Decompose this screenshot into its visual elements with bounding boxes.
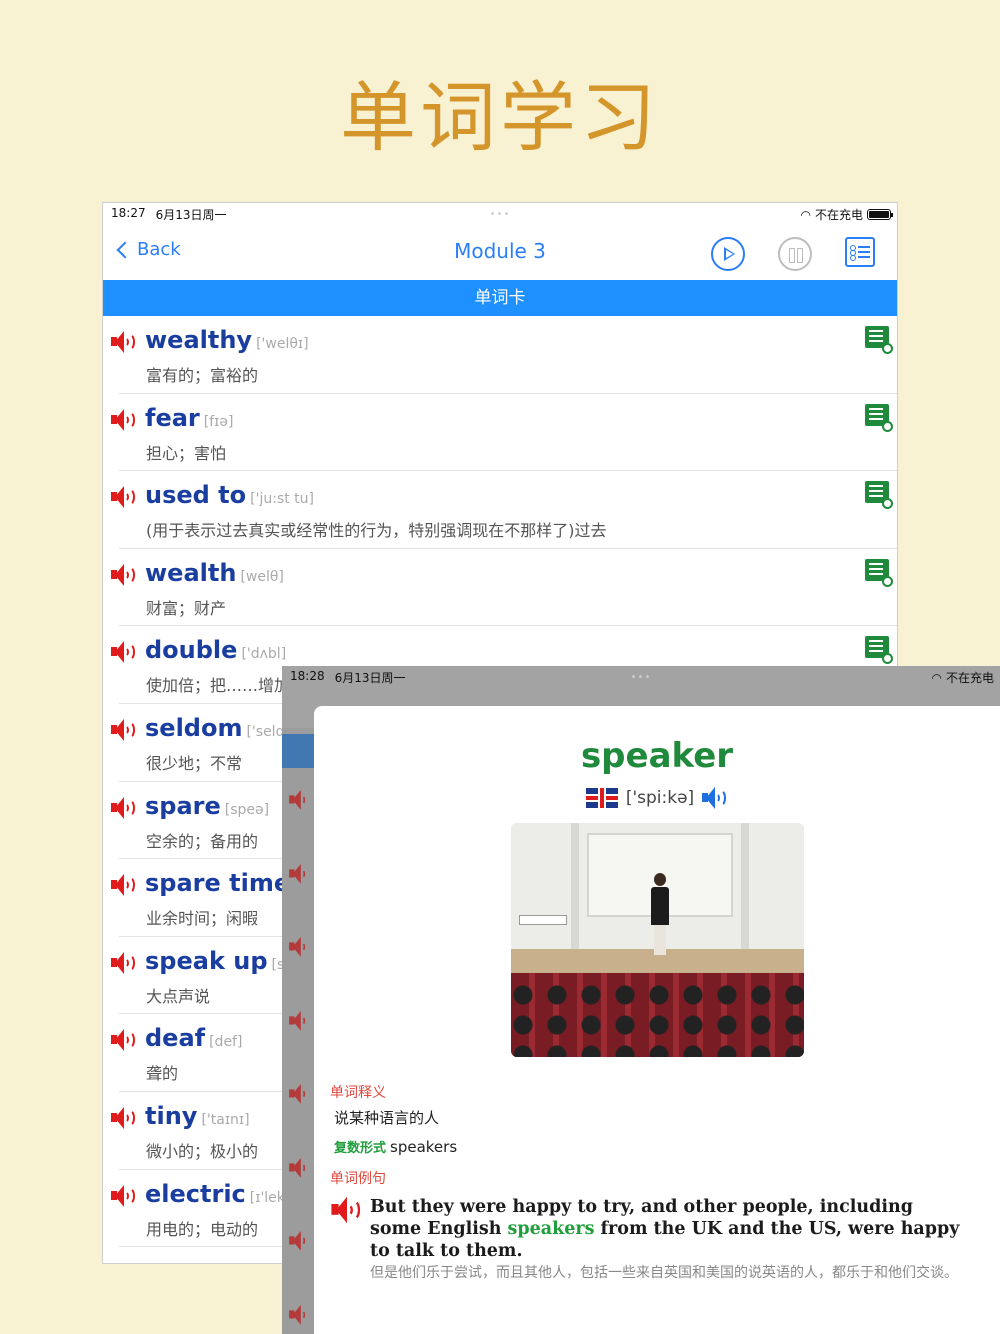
word-meaning: 聋的	[146, 1064, 179, 1084]
word-row[interactable]: wealthy ['welθɪ] 富有的；富裕的	[111, 316, 897, 394]
word-text: tiny ['taɪnɪ]	[145, 1101, 250, 1130]
multitask-dots[interactable]: •••	[490, 209, 511, 220]
word-meaning: 财富；财产	[146, 598, 227, 618]
uk-flag-icon	[585, 788, 618, 808]
word-meaning: 微小的；极小的	[146, 1141, 259, 1161]
status-time: 18:28	[290, 668, 325, 683]
pause-button[interactable]	[778, 237, 812, 271]
word-phonetic: [fɪə]	[203, 413, 234, 430]
word-text: wealth [welθ]	[145, 558, 284, 587]
speaker-icon[interactable]	[111, 640, 137, 664]
definition-text: 说某种语言的人	[334, 1109, 440, 1127]
word-text: double ['dʌbl]	[145, 636, 287, 665]
plural-value: speakers	[390, 1138, 458, 1156]
speaker-icon[interactable]	[331, 1196, 362, 1225]
word-image	[511, 823, 804, 1057]
card-phonetic-row: ['spi:kə]	[314, 786, 1000, 810]
multitask-dots[interactable]: •••	[631, 672, 652, 683]
dictionary-search-icon[interactable]	[865, 326, 893, 354]
example-highlight: speakers	[507, 1219, 595, 1239]
dictionary-search-icon[interactable]	[865, 403, 893, 432]
charging-status: 不在充电	[945, 671, 994, 685]
card-word: speaker	[580, 736, 734, 776]
status-bar: 18:28 6月13日周一 ••• ◠ 不在充电	[282, 666, 1000, 688]
word-phonetic: [speə]	[224, 801, 270, 818]
dimmed-speaker-icon	[289, 1230, 309, 1251]
word-meaning: (用于表示过去真实或经常性的行为，特别强调现在不那样了)过去	[146, 521, 607, 541]
list-icon	[850, 245, 870, 251]
speaker-icon[interactable]	[111, 563, 137, 587]
word-phonetic: ['taɪnɪ]	[201, 1111, 250, 1128]
word-text: used to ['ju:st tu]	[145, 481, 315, 510]
word-meaning: 大点声说	[146, 986, 211, 1006]
dictionary-search-icon[interactable]	[865, 481, 893, 510]
speaker-icon[interactable]	[111, 485, 137, 509]
word-meaning: 业余时间；闲暇	[146, 909, 259, 929]
word-meaning: 用电的；电动的	[146, 1219, 259, 1239]
speaker-icon[interactable]	[111, 796, 137, 820]
speaker-icon[interactable]	[111, 718, 137, 742]
speaker-icon[interactable]	[111, 1028, 137, 1052]
word-card: speaker ['spi:kə] 单词释义 说某种语言的人 复数形式 speak…	[314, 706, 1000, 1334]
status-date: 6月13日周一	[334, 670, 406, 685]
example-translation: 但是他们乐于尝试，而且其他人，包括一些来自英国和美国的说英语的人，都乐于和他们交…	[370, 1265, 958, 1281]
word-meaning: 使加倍；把……增加	[146, 676, 291, 696]
battery-icon	[867, 209, 893, 220]
word-phonetic: ['welθɪ]	[256, 336, 309, 352]
speaker-icon[interactable]	[111, 1106, 137, 1130]
status-bar: 18:27 6月13日周一 ••• ◠ 不在充电	[103, 203, 897, 225]
word-phonetic: [def]	[209, 1034, 243, 1051]
word-text: wealthy ['welθɪ]	[145, 326, 309, 354]
dictionary-search-icon[interactable]	[865, 636, 893, 665]
dimmed-speaker-icon	[289, 1304, 309, 1325]
list-view-button[interactable]	[845, 237, 875, 267]
word-phonetic: [welθ]	[240, 568, 284, 585]
definition-label: 单词释义	[330, 1085, 386, 1101]
dimmed-word-list	[282, 728, 314, 1334]
plural-form: 复数形式 speakers	[334, 1137, 457, 1156]
charging-status: 不在充电	[814, 208, 863, 222]
dimmed-speaker-icon	[289, 1157, 309, 1178]
play-icon	[724, 247, 735, 261]
speaker-icon[interactable]	[702, 786, 728, 810]
status-time: 18:27	[111, 205, 146, 220]
word-meaning: 很少地；不常	[146, 753, 243, 773]
word-text: fear [fɪə]	[145, 403, 234, 432]
dimmed-speaker-icon	[289, 936, 309, 957]
dimmed-speaker-icon	[289, 789, 309, 810]
dimmed-speaker-icon	[289, 1010, 309, 1031]
headline: 单词学习	[340, 73, 660, 162]
word-row[interactable]: wealth [welθ] 财富；财产	[111, 549, 897, 627]
speaker-icon[interactable]	[111, 951, 137, 975]
word-phonetic: ['dʌbl]	[241, 646, 287, 663]
example-label: 单词例句	[330, 1171, 386, 1187]
word-row[interactable]: used to ['ju:st tu] (用于表示过去真实或经常性的行为，特别强调现…	[111, 471, 897, 549]
speaker-icon[interactable]	[111, 873, 137, 897]
word-meaning: 空余的；备用的	[146, 831, 259, 851]
section-title: 单词卡	[103, 280, 897, 316]
word-phonetic: ['ju:st tu]	[250, 491, 315, 508]
wifi-icon: ◠	[800, 207, 811, 222]
dimmed-speaker-icon	[289, 863, 309, 884]
word-card-screen: 18:28 6月13日周一 ••• ◠ 不在充电 speaker ['spi:k…	[282, 666, 1000, 1334]
speaker-icon[interactable]	[111, 330, 137, 354]
word-row[interactable]: fear [fɪə] 担心；害怕	[111, 394, 897, 472]
word-text: deaf [def]	[145, 1024, 243, 1053]
word-text: spare [speə]	[145, 791, 270, 820]
word-meaning: 富有的；富裕的	[146, 366, 259, 385]
card-phonetic: ['spi:kə]	[625, 788, 695, 808]
dimmed-section-bar	[282, 734, 314, 768]
wifi-icon: ◠	[931, 670, 942, 685]
dictionary-search-icon[interactable]	[865, 558, 893, 587]
example-sentence: But they were happy to try, and other pe…	[370, 1197, 960, 1261]
play-button[interactable]	[711, 237, 745, 271]
nav-bar: Back Module 3	[103, 225, 897, 280]
status-date: 6月13日周一	[155, 207, 227, 222]
speaker-icon[interactable]	[111, 408, 137, 432]
dimmed-speaker-icon	[289, 1083, 309, 1104]
word-meaning: 担心；害怕	[146, 443, 227, 463]
speaker-icon[interactable]	[111, 1184, 137, 1208]
plural-label: 复数形式	[334, 1141, 387, 1156]
